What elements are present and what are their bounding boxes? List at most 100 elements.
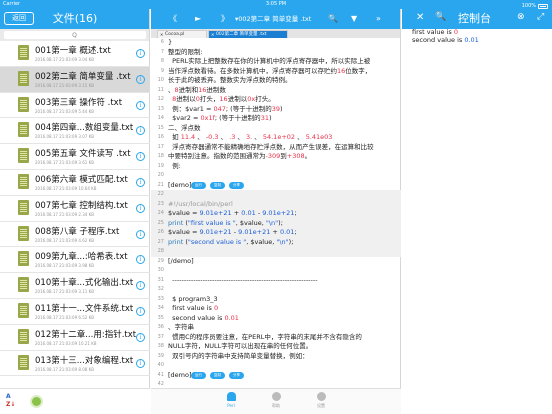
info-icon[interactable]: i: [136, 126, 145, 136]
close-icon[interactable]: ✕: [416, 12, 424, 23]
line-number: 39: [157, 352, 164, 359]
info-icon[interactable]: i: [136, 358, 145, 368]
code-line: 13 例：$var1 = 047; (等于十进制的39): [151, 105, 401, 115]
demo-copy-button[interactable]: 复制: [210, 181, 225, 189]
file-list-item[interactable]: 011第十一...文件系统.txt 2016.08.17 21:03:09 6.5…: [0, 299, 150, 325]
tab-cocoa[interactable]: ✕ Cocoa.pl: [157, 30, 207, 38]
line-number: 20: [157, 172, 164, 178]
editor-toolbar: 《 ► 》 ▾002第二章 简单变量 .txt 🔍 ▼ »: [151, 9, 400, 29]
demo-run-button[interactable]: 运行: [191, 371, 206, 379]
code-line: 10 长于此的被丢弃。整数实为浮点数的特例。: [151, 76, 401, 86]
info-icon[interactable]: i: [136, 74, 145, 84]
tab-settings[interactable]: 设置: [306, 392, 336, 409]
info-icon[interactable]: i: [136, 306, 145, 316]
line-number: 34: [157, 305, 164, 311]
code-line: 39 双引号内的字符串中支持简单变量替换，例如：: [151, 352, 401, 362]
file-list-item[interactable]: 008第八章 子程序.txt 2016.08.17 21:03:09 4.62 K…: [0, 222, 150, 248]
text-file-icon: [18, 251, 29, 267]
search-icon[interactable]: 🔍: [435, 12, 446, 22]
info-icon[interactable]: i: [136, 255, 145, 265]
tab-perl[interactable]: Perl: [216, 392, 246, 408]
file-list-item[interactable]: 009第九章...:哈希表.txt 2016.08.17 21:03:09 3.9…: [0, 247, 150, 274]
code-text: 中要特别注意。指数的范围通常为-309到+308。: [168, 152, 312, 160]
code-text: 、字符串: [168, 323, 194, 331]
file-list-item[interactable]: 007第七章 控制结构.txt 2016.08.17 21:03:09 2.34 …: [0, 196, 150, 222]
clipboard-icon[interactable]: [30, 395, 43, 408]
line-number: 18: [157, 153, 164, 159]
line-number: 38: [157, 343, 164, 349]
file-list-item[interactable]: 004第四章...数组变量.txt 2016.08.17 21:03:09 3.0…: [0, 118, 150, 145]
file-list-item[interactable]: 001第一章 概述.txt 2016.08.17 21:03:09 3.04 KB…: [0, 41, 150, 67]
console-nav: ✕ 🔍 控制台 ⊗ ⤢: [402, 9, 552, 29]
demo-share-button[interactable]: 分享: [229, 371, 244, 379]
code-line: 20: [151, 171, 401, 181]
console-line: second value is 0.01: [412, 36, 479, 44]
code-line: 25 print ("first value is ", $value, "\n"…: [151, 218, 401, 228]
file-list-item[interactable]: 013第十三...对象编程.txt 2016.08.17 21:03:09 8.0…: [0, 351, 150, 377]
tab-label: Cocoa.pl: [165, 32, 185, 37]
bottom-tab-bar: Perl 帮助 设置: [151, 388, 401, 414]
code-line: 36 、字符串: [151, 323, 401, 333]
code-text: NULL字符，NULL字符可以出现在串的任何位置。: [168, 342, 313, 350]
next-icon[interactable]: 》: [221, 14, 229, 24]
line-number: 13: [157, 105, 164, 112]
code-text: 当作浮点数看待。在多数计算机中，浮点寄存器可以存贮约16位数字，: [168, 66, 372, 75]
code-line: 31 -------------------------------------…: [151, 276, 401, 286]
info-icon[interactable]: i: [136, 229, 145, 239]
line-number: 28: [157, 248, 164, 254]
code-line: 38 NULL字符，NULL字符可以出现在串的任何位置。: [151, 342, 401, 352]
info-icon[interactable]: i: [136, 177, 145, 187]
file-meta: 2016.08.17 21:03:09 4.62 KB: [35, 237, 94, 243]
console-value: 0.01: [464, 36, 479, 44]
back-button[interactable]: 返回: [4, 12, 34, 25]
info-icon[interactable]: i: [136, 100, 145, 110]
code-line: 8 PERL实际上把整数存在你的计算机中的浮点寄存器中，所以实际上被: [151, 57, 401, 67]
demo-run-button[interactable]: 运行: [191, 181, 206, 189]
current-file-title[interactable]: ▾002第二章 简单变量 .txt: [235, 14, 311, 24]
code-line: 28: [151, 247, 401, 257]
line-number: 41: [157, 371, 164, 378]
code-text: first value is 0: [168, 304, 219, 312]
info-icon[interactable]: i: [136, 203, 145, 213]
info-icon[interactable]: i: [136, 332, 145, 342]
tab-current-file[interactable]: ✕ 002第二章 简单变量 .txt: [208, 30, 288, 38]
file-list-item[interactable]: 010第十章...式化输出.txt 2016.08.17 21:03:09 3.1…: [0, 273, 150, 299]
demo-button-row: 运行 复制 分享: [191, 181, 244, 189]
search-input[interactable]: Q: [3, 31, 146, 39]
file-list-item[interactable]: 005第五章 文件读写 .txt 2016.08.17 21:03:09 3.61…: [0, 144, 150, 170]
demo-copy-button[interactable]: 复制: [210, 371, 225, 379]
file-list-item[interactable]: 002第二章 简单变量 .txt 2016.08.17 21:03:09 3.15…: [0, 66, 150, 93]
help-icon: [271, 392, 281, 401]
file-name: 012第十二章...用:指针.txt: [35, 329, 137, 340]
tab-label: Perl: [227, 403, 235, 408]
file-name: 009第九章...:哈希表.txt: [35, 252, 128, 263]
info-icon[interactable]: i: [136, 152, 145, 162]
search-icon[interactable]: 🔍: [328, 14, 338, 24]
file-list-item[interactable]: 006第六章 模式匹配.txt 2016.08.17 21:03:09 10.64…: [0, 170, 150, 196]
info-icon[interactable]: i: [136, 281, 145, 291]
code-text: second value is 0.01: [168, 313, 239, 322]
line-number: 30: [157, 267, 164, 273]
file-meta: 2016.08.17 21:03:09 3.07 KB: [35, 134, 94, 140]
demo-share-button[interactable]: 分享: [229, 181, 244, 189]
prev-icon[interactable]: 《: [169, 14, 177, 24]
console-pane: ✕ 🔍 控制台 ⊗ ⤢ first value is 0 second valu…: [402, 9, 552, 414]
expand-icon[interactable]: ⤢: [537, 12, 544, 22]
code-line: 21 [demo] 运行 复制 分享: [151, 181, 401, 191]
info-icon[interactable]: i: [136, 49, 145, 58]
expand-icon[interactable]: »: [376, 14, 381, 24]
file-meta: 2016.08.17 21:03:09 10.64 KB: [35, 185, 97, 191]
line-number: 19: [157, 162, 164, 169]
run-icon[interactable]: ►: [195, 14, 201, 24]
file-list-item[interactable]: 012第十二章...用:指针.txt 2016.08.17 21:03:09 10…: [0, 325, 150, 351]
file-list-nav: 返回 文件(16): [0, 9, 149, 29]
code-editor[interactable]: 6} 7 整型的限制: 8 PERL实际上把整数存在你的计算机中的浮点寄存器中，所以实…: [151, 38, 401, 388]
clear-icon[interactable]: ⊗: [517, 12, 525, 22]
console-value: 0: [453, 28, 458, 36]
code-line: 15 二、浮点数: [151, 124, 401, 134]
dropdown-icon[interactable]: ▼: [351, 14, 357, 24]
tab-help[interactable]: 帮助: [261, 392, 291, 409]
file-list-item[interactable]: 003第三章 操作符 .txt 2016.08.17 21:03:09 5.44 …: [0, 93, 150, 119]
code-line: 33 $ program3_3: [151, 295, 401, 305]
sort-az-icon[interactable]: A Z↓: [6, 393, 20, 411]
